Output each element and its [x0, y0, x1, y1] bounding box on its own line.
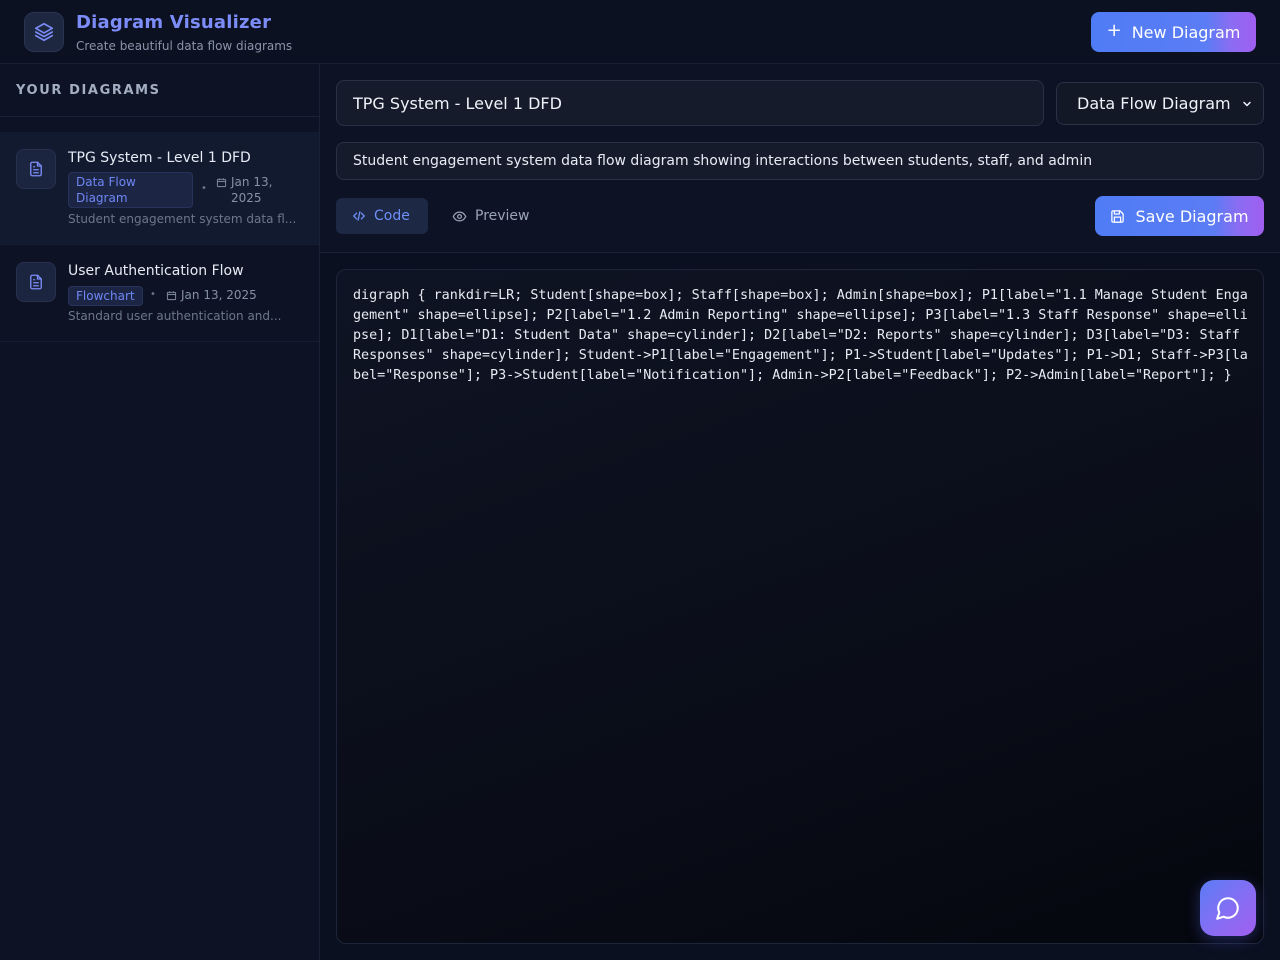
app-title: Diagram Visualizer — [76, 12, 272, 33]
code-icon — [353, 211, 365, 221]
diagram-date: Jan 13, 2025 — [216, 174, 272, 206]
save-diagram-button[interactable]: Save Diagram — [1095, 196, 1264, 236]
diagram-date-text: Jan 13, 2025 — [231, 175, 273, 205]
calendar-icon — [216, 178, 227, 188]
diagram-item-description: Standard user authentication and... — [68, 309, 282, 323]
tab-preview[interactable]: Preview — [436, 198, 546, 234]
tab-code-label: Code — [374, 208, 410, 224]
message-circle-icon — [1216, 897, 1239, 920]
save-icon — [1111, 209, 1125, 223]
save-diagram-label: Save Diagram — [1135, 206, 1249, 226]
tab-preview-label: Preview — [475, 208, 530, 224]
new-diagram-label: New Diagram — [1131, 22, 1241, 42]
diagram-type-badge: Data Flow Diagram — [68, 172, 193, 208]
chevron-down-icon — [1243, 101, 1251, 106]
plus-icon: + — [1106, 20, 1122, 41]
sidebar-heading: YOUR DIAGRAMS — [0, 64, 319, 117]
new-diagram-button[interactable]: + New Diagram — [1091, 12, 1256, 52]
diagram-title-input[interactable] — [336, 80, 1044, 126]
app-header: Diagram Visualizer Create beautiful data… — [0, 0, 1280, 64]
diagram-description-input[interactable] — [336, 142, 1264, 180]
app-subtitle: Create beautiful data flow diagrams — [76, 39, 293, 53]
diagram-date-text: Jan 13, 2025 — [181, 288, 257, 302]
diagram-item-title: TPG System - Level 1 DFD — [68, 150, 251, 166]
diagram-date: Jan 13, 2025 — [166, 287, 257, 303]
diagram-list-item[interactable]: User Authentication Flow Flowchart • Jan… — [0, 245, 319, 342]
code-editor[interactable]: digraph { rankdir=LR; Student[shape=box]… — [336, 269, 1264, 944]
diagram-type-selected: Data Flow Diagram — [1077, 94, 1231, 113]
file-text-icon — [16, 149, 56, 189]
eye-icon — [452, 211, 467, 221]
editor-toolbar: Data Flow Diagram Code Preview Save Diag… — [320, 64, 1280, 253]
calendar-icon — [166, 291, 177, 301]
chat-button[interactable] — [1200, 880, 1256, 936]
diagram-type-select[interactable]: Data Flow Diagram — [1056, 82, 1264, 125]
diagram-type-badge: Flowchart — [68, 286, 143, 306]
separator-dot: • — [201, 183, 207, 194]
file-text-icon — [16, 262, 56, 302]
editor-main: Data Flow Diagram Code Preview Save Diag… — [320, 64, 1280, 960]
tab-code[interactable]: Code — [336, 198, 428, 234]
layers-icon — [24, 12, 64, 52]
diagram-item-title: User Authentication Flow — [68, 263, 244, 279]
diagram-code[interactable]: digraph { rankdir=LR; Student[shape=box]… — [353, 286, 1249, 386]
diagram-list-item[interactable]: TPG System - Level 1 DFD Data Flow Diagr… — [0, 132, 319, 245]
separator-dot: • — [150, 289, 156, 300]
diagram-item-description: Student engagement system data fl... — [68, 212, 297, 226]
sidebar: YOUR DIAGRAMS TPG System - Level 1 DFD D… — [0, 64, 320, 960]
